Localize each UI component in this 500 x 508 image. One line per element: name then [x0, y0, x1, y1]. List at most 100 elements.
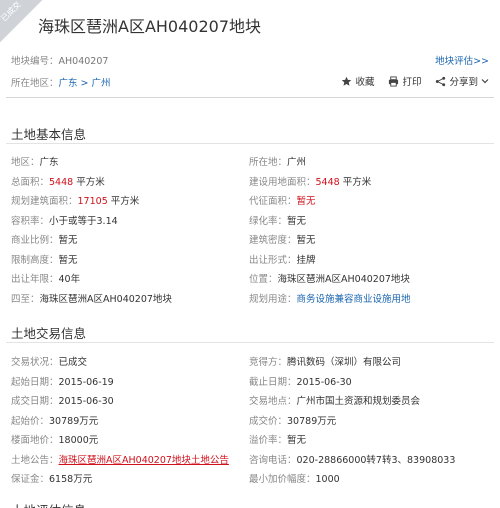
total-area-field: 总面积：5448 平方米	[11, 174, 105, 188]
info-row: 出让年限：40年 位置：海珠区琶洲A区AH040207地块	[11, 271, 491, 291]
field-label: 所在地：	[249, 157, 288, 168]
info-row: 保证金：6158万元 最小加价幅度：1000	[11, 471, 491, 491]
field-label: 位置：	[249, 274, 278, 285]
info-row: 总面积：5448 平方米 建设用地面积：5448 平方米	[11, 174, 491, 194]
min-increment-field: 最小加价幅度：1000	[249, 471, 340, 485]
header-divider	[6, 97, 494, 98]
field-value: 广东	[39, 157, 59, 168]
end-date-field: 截止日期：2015-06-30	[249, 374, 352, 388]
field-value: 40年	[58, 274, 81, 285]
field-label: 咨询电话：	[249, 454, 297, 466]
construction-land-area-field: 建设用地面积：5448 平方米	[249, 174, 371, 188]
deposit-field: 保证金：6158万元	[11, 471, 92, 485]
field-value: 暂无	[287, 435, 307, 446]
field-label: 四至：	[11, 293, 40, 305]
info-row: 规划建筑面积：17105 平方米 代征面积：暂无	[11, 193, 491, 213]
field-label: 容积率：	[11, 215, 50, 227]
field-value: 020-28866000转7转3、83908033	[296, 454, 456, 466]
land-code-row: 地块编号：AH040207	[11, 53, 108, 67]
field-label: 起始价：	[11, 415, 50, 427]
start-date-field: 起始日期：2015-06-19	[11, 374, 114, 388]
status-corner-badge: 已成交	[0, 0, 42, 42]
info-row: 交易状况：已成交 竞得方：腾讯数码（深圳）有限公司	[11, 354, 491, 374]
transfer-term-field: 出让年限：40年	[11, 271, 80, 285]
field-value: 腾讯数码（深圳）有限公司	[287, 357, 402, 368]
print-button[interactable]: 打印	[388, 74, 421, 88]
contact-phone-field: 咨询电话：020-28866000转7转3、83908033	[249, 452, 455, 466]
field-value: 2015-06-30	[58, 396, 114, 407]
winning-bidder-field: 竞得方：腾讯数码（深圳）有限公司	[249, 354, 401, 368]
field-value: 海珠区琶洲A区AH040207地块	[277, 274, 410, 285]
field-value: 18000元	[58, 435, 99, 446]
page-title: 海珠区琶洲A区AH040207地块	[38, 17, 262, 36]
plot-ratio-field: 容积率：小于或等于3.14	[11, 213, 118, 227]
field-label: 地区：	[11, 157, 40, 168]
field-label: 规划用途：	[249, 293, 297, 305]
field-value: 2015-06-30	[296, 376, 352, 388]
field-value: 小于或等于3.14	[49, 215, 118, 227]
field-label: 最小加价幅度：	[249, 474, 316, 485]
deal-price-field: 成交价：30789万元	[249, 413, 336, 427]
transfer-form-field: 出让形式：挂牌	[249, 252, 316, 266]
chevron-down-icon	[481, 77, 489, 85]
share-button[interactable]: 分享到	[435, 74, 489, 88]
field-value: 5448	[49, 176, 74, 188]
printer-icon	[388, 75, 399, 87]
greening-rate-field: 绿化率：暂无	[249, 213, 306, 227]
field-value: 2015-06-19	[58, 376, 114, 388]
info-row: 起始价： 30789万元 成交价：30789万元	[11, 413, 491, 433]
location-label: 所在地区：	[11, 78, 59, 89]
field-label: 保证金：	[11, 474, 50, 485]
trade-status-field: 交易状况：已成交	[11, 354, 87, 368]
building-density-field: 建筑密度：暂无	[249, 232, 316, 246]
field-value: 广州	[287, 157, 307, 168]
field-value: 暂无	[58, 254, 78, 266]
basic-info-grid: 地区：广东 所在地：广州 总面积：5448 平方米 建设用地面积：5448 平方…	[11, 154, 491, 310]
field-value: 广州市国土资源和规划委员会	[296, 396, 421, 407]
info-row: 起始日期：2015-06-19 截止日期：2015-06-30	[11, 374, 491, 394]
field-value: 1000	[315, 474, 340, 485]
field-value: 暂无	[58, 235, 78, 246]
planned-use-link[interactable]: 商务设施兼容商业设施用地	[297, 294, 411, 305]
favorite-label: 收藏	[355, 77, 375, 88]
floor-price-field: 楼面地价：18000元	[11, 432, 98, 446]
field-value: 海珠区琶洲A区AH040207地块	[39, 293, 172, 305]
planned-use-field: 规划用途：商务设施兼容商业设施用地	[249, 291, 411, 305]
location-row: 所在地区：广东 > 广州	[11, 75, 111, 89]
favorite-button[interactable]: 收藏	[341, 74, 374, 88]
field-value: 6158万元	[49, 474, 93, 485]
land-announcement-link[interactable]: 海珠区琶洲A区AH040207地块土地公告	[59, 455, 229, 466]
position-field: 位置：海珠区琶洲A区AH040207地块	[249, 271, 410, 285]
basic-info-separator	[6, 143, 494, 144]
planned-floor-area-field: 规划建筑面积：17105 平方米	[11, 193, 139, 207]
trade-info-section-title: 土地交易信息	[11, 326, 87, 341]
field-label: 起始日期：	[11, 376, 59, 388]
premium-rate-field: 溢价率：暂无	[249, 432, 306, 446]
field-label: 截止日期：	[249, 376, 297, 388]
action-bar: 收藏 打印 分享到	[341, 74, 489, 88]
land-assessment-link[interactable]: 地块评估>>	[435, 53, 489, 67]
commercial-ratio-field: 商业比例：暂无	[11, 232, 78, 246]
info-row: 限制高度：暂无 出让形式：挂牌	[11, 252, 491, 272]
field-label: 出让形式：	[249, 254, 297, 266]
field-label: 代征面积：	[249, 196, 297, 207]
field-value: 挂牌	[296, 254, 316, 266]
info-row: 容积率：小于或等于3.14 绿化率：暂无	[11, 213, 491, 233]
boundaries-field: 四至：海珠区琶洲A区AH040207地块	[11, 291, 172, 305]
field-label: 绿化率：	[249, 215, 288, 227]
field-value: 暂无	[296, 235, 316, 246]
field-label: 溢价率：	[249, 435, 288, 446]
info-row: 成交日期：2015-06-30 交易地点：广州市国土资源和规划委员会	[11, 393, 491, 413]
trade-info-separator	[6, 342, 494, 343]
land-code-value: AH040207	[58, 56, 109, 67]
info-row: 土地公告：海珠区琶洲A区AH040207地块土地公告 咨询电话：020-2886…	[11, 452, 491, 472]
field-value: 30789万元	[287, 415, 337, 427]
field-label: 交易地点：	[249, 396, 297, 407]
height-limit-field: 限制高度：暂无	[11, 252, 78, 266]
field-label: 出让年限：	[11, 274, 59, 285]
field-value: 暂无	[296, 196, 316, 207]
share-icon	[435, 76, 446, 87]
assessment-info-section-title: 土地评估信息	[11, 500, 86, 508]
levy-area-field: 代征面积：暂无	[249, 193, 316, 207]
location-breadcrumb-link[interactable]: 广东 > 广州	[59, 78, 111, 89]
